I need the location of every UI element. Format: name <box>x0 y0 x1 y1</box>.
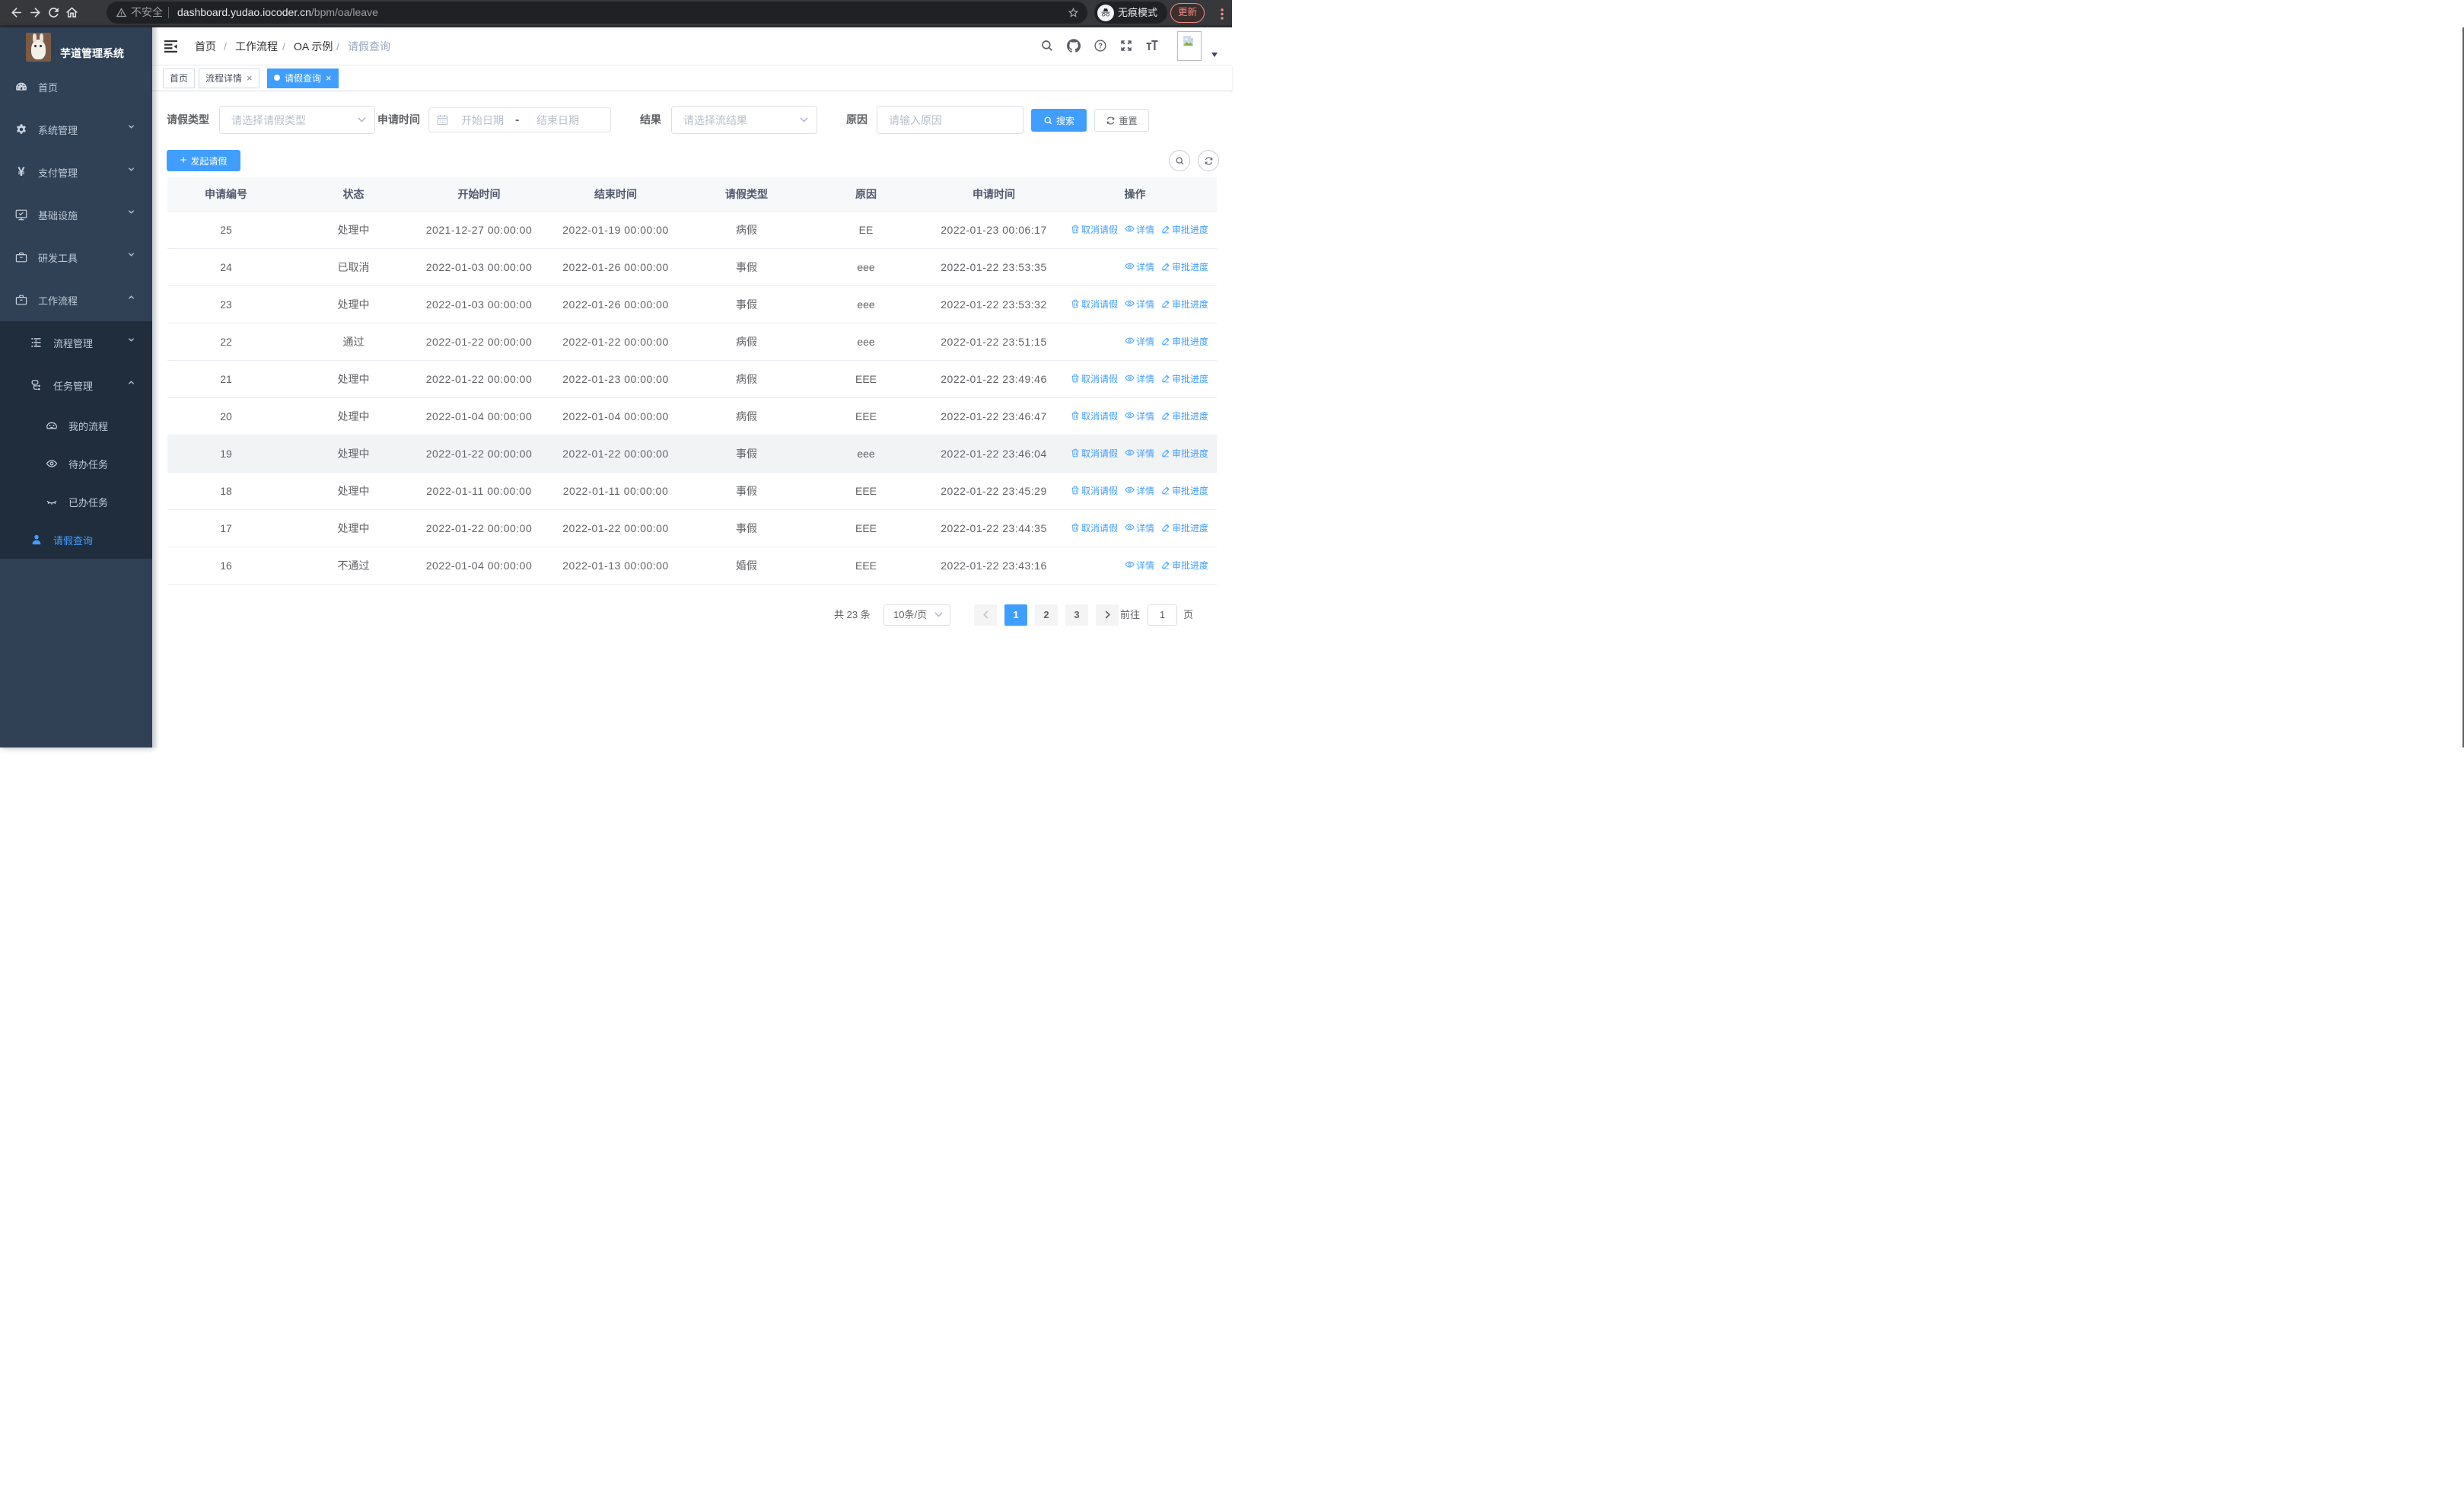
svg-text:?: ? <box>1098 42 1103 50</box>
